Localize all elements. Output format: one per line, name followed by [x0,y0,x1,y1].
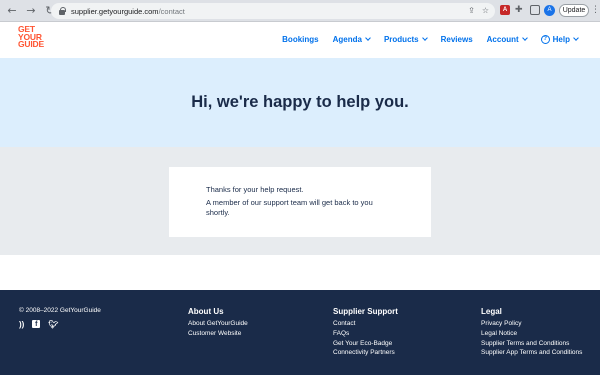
bookmark-star-icon[interactable]: ☆ [482,5,489,17]
site-header: GET YOUR GUIDE Bookings Agenda Products … [0,22,600,58]
extensions-puzzle-icon[interactable]: ✚ [515,5,525,15]
nav-reviews[interactable]: Reviews [441,35,473,44]
nav-products[interactable]: Products [383,35,428,44]
twitter-icon[interactable]: 🐦︎ [48,320,58,329]
footer-link-eco-badge[interactable]: Get Your Eco-Badge [333,339,398,349]
side-panel-icon[interactable] [530,5,540,15]
chevron-down-icon [421,35,428,41]
nav-agenda[interactable]: Agenda [332,35,371,44]
site-footer: © 2008–2022 GetYourGuide )) f 🐦︎ About U… [0,290,600,375]
update-button[interactable]: Update [559,4,589,17]
nav-bookings-label: Bookings [282,35,319,44]
footer-link-about-getyourguide[interactable]: About GetYourGuide [188,319,248,329]
footer-about-heading: About Us [188,307,224,316]
share-icon[interactable]: ⇪ [468,5,475,17]
footer-support-column: Supplier Support Contact FAQs Get Your E… [333,307,398,358]
nav-account-label: Account [486,35,519,44]
url-text: supplier.getyourguide.com/contact [71,7,185,16]
main-nav: Bookings Agenda Products Reviews Account… [268,35,579,44]
page-spacer [0,255,600,290]
footer-link-supplier-terms[interactable]: Supplier Terms and Conditions [481,339,582,349]
getyourguide-logo[interactable]: GET YOUR GUIDE [18,25,48,49]
url-path: /contact [158,6,185,16]
footer-link-faqs[interactable]: FAQs [333,329,398,339]
footer-legal-heading: Legal [481,307,502,316]
footer-link-customer-website[interactable]: Customer Website [188,329,248,339]
help-question-icon: ? [540,35,550,44]
confirmation-message: Thanks for your help request. [206,185,304,194]
nav-products-label: Products [383,35,419,44]
nav-account[interactable]: Account [486,35,528,44]
nav-reviews-label: Reviews [440,35,473,44]
content-area: Thanks for your help request. A member o… [0,147,600,255]
chevron-down-icon [365,35,371,41]
browser-toolbar: ← → ↻ supplier.getyourguide.com/contact … [0,0,600,22]
nav-help[interactable]: ? Help [540,35,579,44]
pdf-extension-icon[interactable]: A [500,5,510,15]
chevron-down-icon [521,35,528,41]
nav-help-label: Help [552,35,570,44]
confirmation-card: Thanks for your help request. A member o… [169,167,431,237]
confirmation-followup: A member of our support team will get ba… [206,198,373,217]
forward-icon[interactable]: → [24,4,38,18]
copyright-text: © 2008–2022 GetYourGuide [19,307,101,314]
footer-support-heading: Supplier Support [333,307,398,316]
back-icon[interactable]: ← [5,4,19,18]
nav-agenda-label: Agenda [332,35,362,44]
chevron-down-icon [573,35,579,41]
logo-line-3: GUIDE [18,39,44,49]
page-title: Hi, we're happy to help you. [191,93,409,111]
footer-link-privacy-policy[interactable]: Privacy Policy [481,319,582,329]
facebook-icon[interactable]: f [32,320,41,328]
footer-legal-column: Legal Privacy Policy Legal Notice Suppli… [481,307,582,358]
url-domain: supplier.getyourguide.com [71,6,159,16]
footer-link-legal-notice[interactable]: Legal Notice [481,329,582,339]
profile-avatar[interactable]: A [544,5,555,16]
footer-link-supplier-app-terms[interactable]: Supplier App Terms and Conditions [481,348,582,358]
hero-banner: Hi, we're happy to help you. [0,58,600,147]
address-bar[interactable]: supplier.getyourguide.com/contact ⇪ ☆ [51,3,495,19]
social-links: )) f 🐦︎ [19,320,58,329]
nav-bookings[interactable]: Bookings [282,35,318,44]
footer-link-contact[interactable]: Contact [333,319,398,329]
lock-icon[interactable] [58,7,66,15]
rss-icon[interactable]: )) [19,320,24,329]
footer-link-connectivity-partners[interactable]: Connectivity Partners [333,348,398,358]
footer-about-column: About Us About GetYourGuide Customer Web… [188,307,248,339]
browser-menu-icon[interactable]: ⋮ [591,4,600,16]
